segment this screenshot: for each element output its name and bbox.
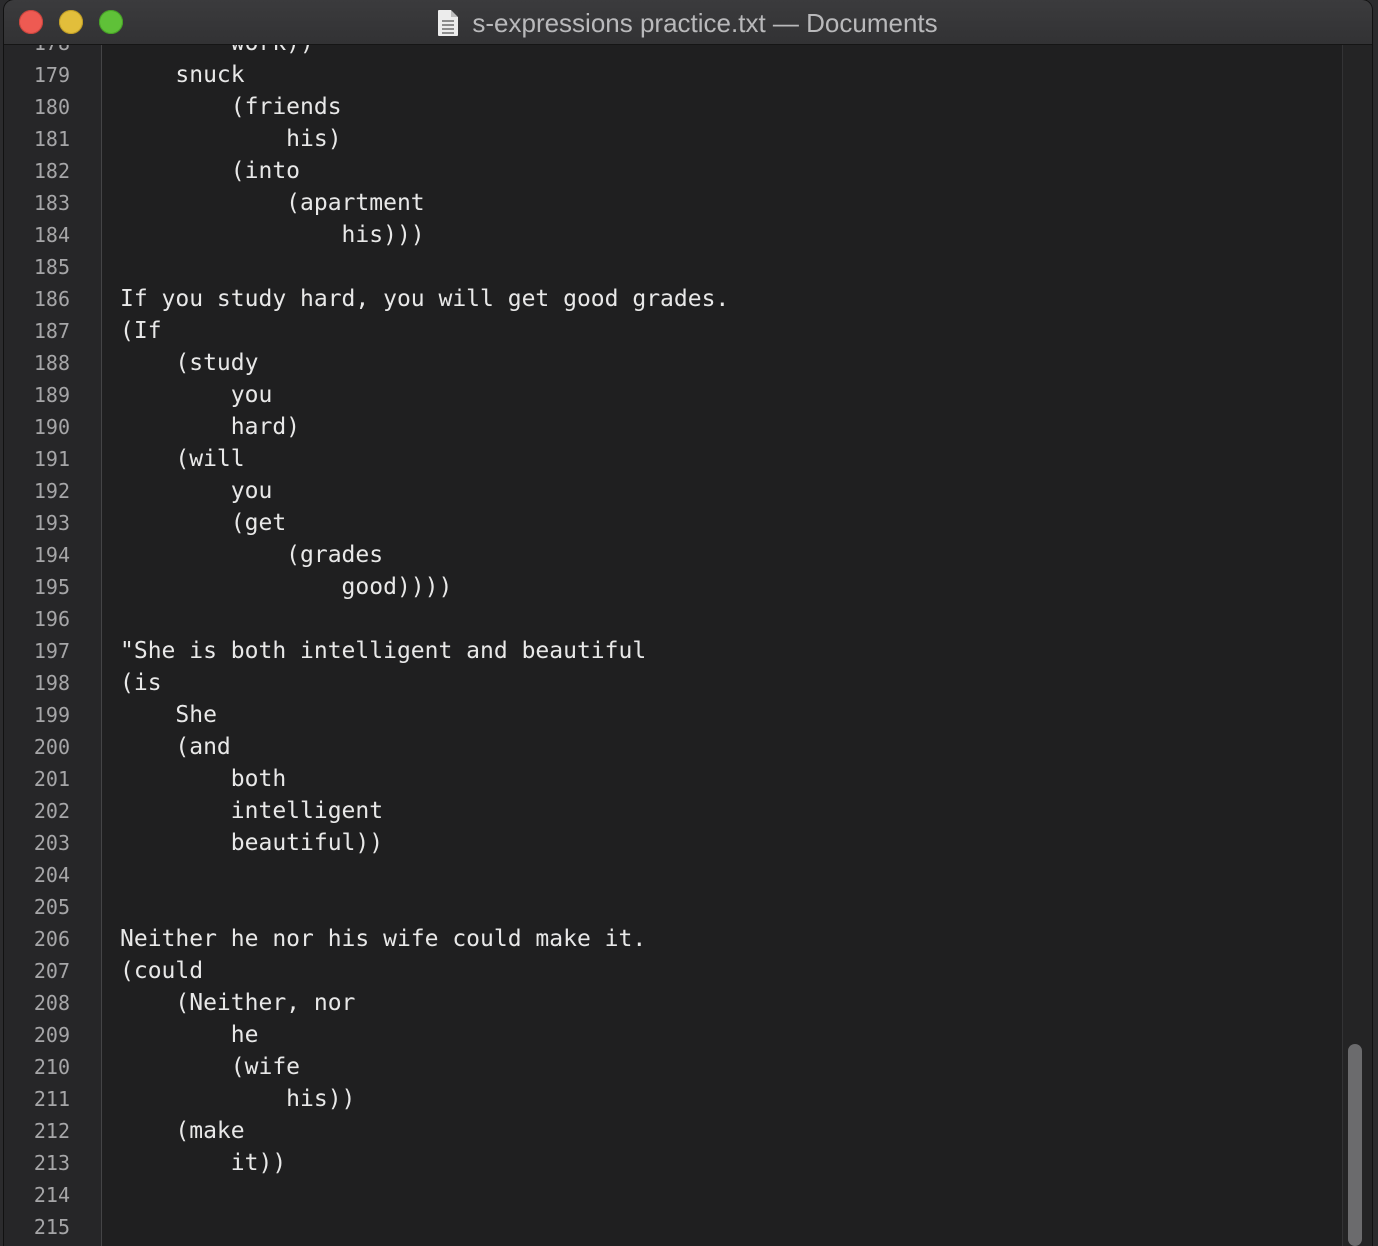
line-number: 197: [33, 639, 70, 663]
line-number: 194: [33, 543, 70, 567]
text-line[interactable]: "She is both intelligent and beautiful: [102, 635, 1340, 667]
text-line[interactable]: you: [102, 379, 1340, 411]
line-number: 183: [33, 191, 70, 215]
line-number: 179: [33, 63, 70, 87]
text-line[interactable]: it)): [102, 1147, 1340, 1179]
text-line[interactable]: If you study hard, you will get good gra…: [102, 283, 1340, 315]
text-line[interactable]: his): [102, 123, 1340, 155]
text-line[interactable]: (could: [102, 955, 1340, 987]
line-number: 190: [33, 415, 70, 439]
line-number: 178: [4, 45, 101, 59]
document-icon[interactable]: [438, 10, 459, 36]
line-number: 214: [33, 1183, 70, 1207]
line-number: 206: [33, 927, 70, 951]
text-line[interactable]: [102, 603, 1340, 635]
window-title-area: s-expressions practice.txt — Documents: [4, 8, 1372, 38]
line-number: 188: [33, 351, 70, 375]
text-line[interactable]: hard): [102, 411, 1340, 443]
line-number: 196: [33, 607, 70, 631]
line-number-gutter: 178 179 180 181 182 183 184 185 186 187 188 189 190 1…: [4, 45, 102, 1246]
text-line[interactable]: (get: [102, 507, 1340, 539]
text-line[interactable]: intelligent: [102, 795, 1340, 827]
text-line[interactable]: [102, 859, 1340, 891]
text-line[interactable]: (If: [102, 315, 1340, 347]
line-number: 207: [33, 959, 70, 983]
text-line[interactable]: (and: [102, 731, 1340, 763]
scrollbar-thumb[interactable]: [1348, 1044, 1362, 1246]
text-line[interactable]: beautiful)): [102, 827, 1340, 859]
text-line[interactable]: (will: [102, 443, 1340, 475]
text-line[interactable]: you: [102, 475, 1340, 507]
text-line[interactable]: his)): [102, 1083, 1340, 1115]
line-number: 215: [33, 1215, 70, 1239]
line-number: 185: [33, 255, 70, 279]
text-editor[interactable]: work)) snuck (friends his) (into (apartm…: [102, 45, 1340, 1246]
text-line[interactable]: (wife: [102, 1051, 1340, 1083]
line-number: 198: [33, 671, 70, 695]
line-number: 213: [33, 1151, 70, 1175]
line-number: 202: [33, 799, 70, 823]
line-numbers: 178 179 180 181 182 183 184 185 186 187 188 189 190 1…: [4, 45, 101, 1243]
line-number: 186: [33, 287, 70, 311]
line-number: 195: [33, 575, 70, 599]
text-line[interactable]: snuck: [102, 59, 1340, 91]
line-number: 210: [33, 1055, 70, 1079]
text-line[interactable]: (apartment: [102, 187, 1340, 219]
line-number: 209: [33, 1023, 70, 1047]
text-line[interactable]: (into: [102, 155, 1340, 187]
line-number: 181: [33, 127, 70, 151]
text-line[interactable]: [102, 1211, 1340, 1243]
title-bar[interactable]: s-expressions practice.txt — Documents: [4, 0, 1372, 45]
line-number: 200: [33, 735, 70, 759]
text-line[interactable]: [102, 1179, 1340, 1211]
editor-window: s-expressions practice.txt — Documents 1…: [4, 0, 1372, 1246]
text-line[interactable]: (Neither, nor: [102, 987, 1340, 1019]
line-number: 211: [33, 1087, 70, 1111]
line-number: 201: [33, 767, 70, 791]
line-number: 184: [33, 223, 70, 247]
line-number: 191: [33, 447, 70, 471]
line-number: 193: [33, 511, 70, 535]
text-lines[interactable]: work)) snuck (friends his) (into (apartm…: [102, 45, 1340, 1243]
line-number: 203: [33, 831, 70, 855]
line-number: 205: [33, 895, 70, 919]
text-line[interactable]: [102, 251, 1340, 283]
text-line[interactable]: his))): [102, 219, 1340, 251]
line-number: 180: [33, 95, 70, 119]
text-line[interactable]: good)))): [102, 571, 1340, 603]
text-line[interactable]: (study: [102, 347, 1340, 379]
window-title: s-expressions practice.txt — Documents: [472, 8, 938, 38]
line-number: 187: [33, 319, 70, 343]
text-line[interactable]: (make: [102, 1115, 1340, 1147]
line-number: 182: [33, 159, 70, 183]
text-line[interactable]: She: [102, 699, 1340, 731]
text-line[interactable]: work)): [102, 45, 1340, 59]
line-number: 199: [33, 703, 70, 727]
text-line[interactable]: (grades: [102, 539, 1340, 571]
text-line[interactable]: (is: [102, 667, 1340, 699]
text-line[interactable]: he: [102, 1019, 1340, 1051]
text-line[interactable]: Neither he nor his wife could make it.: [102, 923, 1340, 955]
text-line[interactable]: both: [102, 763, 1340, 795]
line-number: 212: [33, 1119, 70, 1143]
text-line[interactable]: (friends: [102, 91, 1340, 123]
line-number: 204: [33, 863, 70, 887]
text-line[interactable]: [102, 891, 1340, 923]
line-number: 192: [33, 479, 70, 503]
line-number: 208: [33, 991, 70, 1015]
line-number: 189: [33, 383, 70, 407]
